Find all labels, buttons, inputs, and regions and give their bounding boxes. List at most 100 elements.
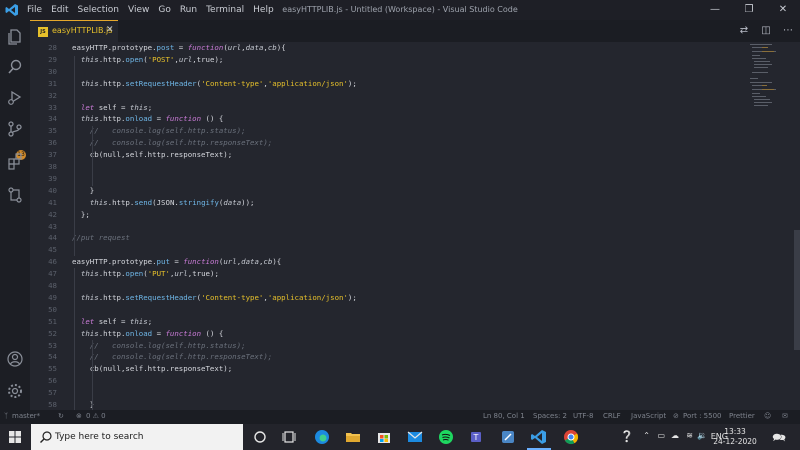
vscode-taskbar-icon[interactable] xyxy=(530,428,548,446)
split-editor-icon[interactable]: ◫ xyxy=(758,23,774,39)
edge-icon[interactable] xyxy=(313,428,331,446)
minimap[interactable] xyxy=(740,42,800,410)
search-icon[interactable] xyxy=(6,58,24,76)
gear-icon[interactable] xyxy=(6,382,24,400)
line-number: 37 xyxy=(48,150,57,160)
line-number: 34 xyxy=(48,114,57,124)
sync-icon[interactable]: ↻ xyxy=(58,412,64,420)
code-line: // console.log(self.http.status); xyxy=(72,126,246,136)
cloud-icon[interactable]: ☁ xyxy=(671,431,679,440)
line-number: 45 xyxy=(48,245,57,255)
menu-item-edit[interactable]: Edit xyxy=(51,5,68,15)
app-icon[interactable] xyxy=(499,428,517,446)
code-line: cb(null,self.http.responseText); xyxy=(72,150,233,160)
more-actions-icon[interactable]: ⋯ xyxy=(780,23,796,39)
windows-start-icon[interactable] xyxy=(9,431,21,443)
formatter[interactable]: Prettier xyxy=(729,412,755,420)
menu-item-go[interactable]: Go xyxy=(158,5,170,15)
wifi-icon[interactable]: ≋ xyxy=(686,431,693,440)
status-bar: ᛉ master* ↻ ⊗ 0 ⚠ 0 Ln 80, Col 1 Spaces:… xyxy=(0,410,800,424)
code-line: // console.log(self.http.responseText); xyxy=(72,138,273,148)
explorer-icon[interactable] xyxy=(6,28,24,46)
menu-item-view[interactable]: View xyxy=(128,5,149,15)
run-debug-icon[interactable] xyxy=(6,88,24,106)
menu-item-help[interactable]: Help xyxy=(253,5,274,15)
source-control-icon[interactable] xyxy=(6,120,24,138)
chrome-icon[interactable] xyxy=(562,428,580,446)
remote-explorer-icon[interactable] xyxy=(6,186,24,204)
taskbar-search[interactable]: Type here to search xyxy=(31,424,243,450)
window-controls: — ❐ ✕ xyxy=(698,0,800,20)
line-number: 54 xyxy=(48,352,57,362)
line-number: 39 xyxy=(48,173,57,183)
code-line: // console.log(self.http.status); xyxy=(72,340,246,350)
account-icon[interactable] xyxy=(6,350,24,368)
js-file-icon: JS xyxy=(38,27,48,37)
error-icon[interactable]: ⊗ xyxy=(76,412,82,420)
menu-item-terminal[interactable]: Terminal xyxy=(206,5,244,15)
vertical-scrollbar[interactable] xyxy=(794,230,800,350)
code-line: this.http.send(JSON.stringify(data)); xyxy=(89,197,255,207)
notifications-icon[interactable]: ✉ xyxy=(782,412,788,420)
code-line: this.http.setRequestHeader('Content-type… xyxy=(80,292,357,302)
git-branch-icon[interactable]: ᛉ xyxy=(4,412,8,420)
teams-icon[interactable]: T xyxy=(468,428,486,446)
compare-icon[interactable]: ⇄ xyxy=(736,23,752,39)
help-icon[interactable]: ❔ xyxy=(620,430,634,443)
line-number: 49 xyxy=(48,292,57,302)
close-icon[interactable]: ✕ xyxy=(766,0,800,20)
task-view-icon[interactable] xyxy=(280,428,298,446)
cursor-position[interactable]: Ln 80, Col 1 xyxy=(483,412,525,420)
line-number: 56 xyxy=(48,376,57,386)
line-number: 40 xyxy=(48,185,57,195)
line-number: 51 xyxy=(48,316,57,326)
end-of-line[interactable]: CRLF xyxy=(603,412,621,420)
store-icon[interactable] xyxy=(375,428,393,446)
search-icon xyxy=(40,431,52,443)
menu-item-file[interactable]: File xyxy=(27,5,42,15)
code-line: easyHTTP.prototype.put = function(url,da… xyxy=(72,257,282,267)
line-number: 43 xyxy=(48,221,57,231)
spotify-icon[interactable] xyxy=(437,428,455,446)
code-line: cb(null,self.http.responseText); xyxy=(72,364,233,374)
volume-icon[interactable]: 🔉 xyxy=(697,431,707,440)
problems-count[interactable]: 0 ⚠ 0 xyxy=(86,412,106,420)
line-number: 50 xyxy=(48,304,57,314)
clock[interactable]: 13:33 24-12-2020 xyxy=(712,427,758,447)
menu-item-selection[interactable]: Selection xyxy=(78,5,119,15)
action-center-icon[interactable]: 🗪 xyxy=(772,429,786,448)
line-number: 33 xyxy=(48,102,57,112)
close-tab-icon[interactable]: ✕ xyxy=(106,25,114,35)
extensions-icon[interactable] xyxy=(6,152,24,170)
line-number: 55 xyxy=(48,364,57,374)
file-encoding[interactable]: UTF-8 xyxy=(573,412,593,420)
language-mode[interactable]: JavaScript xyxy=(631,412,666,420)
line-number: 29 xyxy=(48,54,57,64)
cortana-icon[interactable] xyxy=(251,428,269,446)
git-branch[interactable]: master* xyxy=(12,412,40,420)
maximize-icon[interactable]: ❐ xyxy=(732,0,766,20)
chevron-up-icon[interactable]: ⌃ xyxy=(643,431,650,440)
minimize-icon[interactable]: — xyxy=(698,0,732,20)
live-server-port[interactable]: Port : 5500 xyxy=(683,412,722,420)
mail-icon[interactable] xyxy=(406,428,424,446)
code-line: this.http.setRequestHeader('Content-type… xyxy=(80,78,357,88)
code-editor[interactable]: 28 easyHTTP.prototype.post = function(url… xyxy=(30,42,800,410)
live-server-icon[interactable]: ⊘ xyxy=(673,412,679,420)
activity-bar: 13 xyxy=(0,20,30,410)
svg-text:T: T xyxy=(473,433,479,442)
line-number: 42 xyxy=(48,209,57,219)
code-line: let self = this; xyxy=(80,102,153,112)
search-placeholder: Type here to search xyxy=(55,432,144,442)
battery-icon[interactable]: ▭ xyxy=(657,431,665,440)
line-number: 53 xyxy=(48,340,57,350)
indentation[interactable]: Spaces: 2 xyxy=(533,412,567,420)
line-number: 52 xyxy=(48,328,57,338)
tab-easyhttplib[interactable]: JS easyHTTPLIB.js ✕ xyxy=(30,20,118,42)
file-explorer-icon[interactable] xyxy=(344,428,362,446)
code-line: this.http.onload = function () { xyxy=(80,328,224,338)
feedback-icon[interactable]: ☺ xyxy=(764,412,771,420)
indent-guide xyxy=(92,126,93,186)
tab-label: easyHTTPLIB.js xyxy=(52,26,113,35)
menu-item-run[interactable]: Run xyxy=(180,5,197,15)
